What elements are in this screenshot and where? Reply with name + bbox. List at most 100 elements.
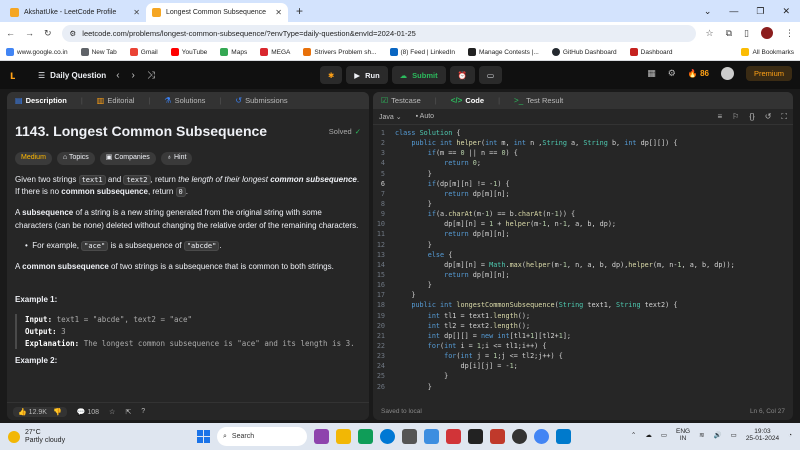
code-line[interactable]: 6 if(dp[m][n] != -1) { bbox=[373, 179, 793, 189]
github-desktop-icon[interactable] bbox=[512, 429, 527, 444]
code-line[interactable]: 2 public int helper(int m, int n ,String… bbox=[373, 138, 793, 148]
profile-avatar[interactable] bbox=[761, 27, 773, 39]
code-line[interactable]: 11 return dp[m][n]; bbox=[373, 229, 793, 239]
code-line[interactable]: 20 int tl2 = text2.length(); bbox=[373, 321, 793, 331]
bookmark-mega[interactable]: MEGA bbox=[260, 48, 290, 56]
forward-icon[interactable]: → bbox=[25, 28, 34, 38]
bookmark-google[interactable]: www.google.co.in bbox=[6, 48, 68, 56]
weather-widget[interactable]: 27°C Partly cloudy bbox=[8, 429, 65, 444]
sidebar-icon[interactable]: ▯ bbox=[744, 28, 749, 39]
code-line[interactable]: 25 } bbox=[373, 371, 793, 381]
wifi-icon[interactable]: ≋ bbox=[699, 432, 704, 439]
app-icon-7[interactable] bbox=[446, 429, 461, 444]
code-line[interactable]: 24 dp[i][j] = -1; bbox=[373, 361, 793, 371]
browser-tab-profile[interactable]: AkshatUke - LeetCode Profile ✕ bbox=[4, 3, 146, 22]
fullscreen-icon[interactable]: ⛶ bbox=[781, 112, 787, 122]
code-line[interactable]: 17 } bbox=[373, 290, 793, 300]
app-icon-5[interactable] bbox=[402, 429, 417, 444]
language-indicator[interactable]: ENG IN bbox=[676, 428, 690, 443]
code-line[interactable]: 4 return 0; bbox=[373, 158, 793, 168]
bookmark-star-icon[interactable]: ☆ bbox=[706, 28, 714, 39]
edge-icon[interactable] bbox=[380, 429, 395, 444]
battery-icon[interactable]: ▭ bbox=[731, 432, 737, 439]
maximize-icon[interactable]: ❐ bbox=[756, 6, 764, 17]
tab-solutions[interactable]: ⚗ Solutions bbox=[164, 96, 205, 105]
code-editor[interactable]: 1 class Solution {2 public int helper(int… bbox=[373, 125, 793, 392]
app-icon-8[interactable] bbox=[468, 429, 483, 444]
dislike-button[interactable]: 👎 bbox=[53, 408, 62, 416]
onedrive-icon[interactable]: ▭ bbox=[661, 432, 667, 439]
layout-grid-icon[interactable]: ▦ bbox=[647, 68, 656, 79]
url-field[interactable]: ⚙ leetcode.com/problems/longest-common-s… bbox=[61, 24, 696, 42]
reload-icon[interactable]: ↻ bbox=[44, 28, 52, 39]
user-avatar[interactable] bbox=[720, 67, 734, 80]
bookmark-maps[interactable]: Maps bbox=[220, 48, 247, 56]
auto-save-toggle[interactable]: ▪ Auto bbox=[416, 113, 434, 120]
code-line[interactable]: 15 return dp[m][n]; bbox=[373, 270, 793, 280]
code-line[interactable]: 1 class Solution { bbox=[373, 128, 793, 138]
debug-button[interactable]: ✱ bbox=[320, 66, 343, 84]
notification-icon[interactable]: ◔ bbox=[788, 432, 792, 439]
shuffle-icon[interactable]: ⤨ bbox=[147, 70, 155, 81]
like-button[interactable]: 👍 12.9K bbox=[18, 408, 47, 416]
app-icon-1[interactable] bbox=[314, 429, 329, 444]
share-icon[interactable]: ⇱ bbox=[125, 408, 131, 416]
bookmark-icon[interactable]: ⚐ bbox=[732, 112, 739, 122]
code-line[interactable]: 8 } bbox=[373, 199, 793, 209]
tab-submissions[interactable]: ↺ Submissions bbox=[235, 96, 287, 105]
code-line[interactable]: 9 if(a.charAt(m-1) == b.charAt(n-1)) { bbox=[373, 209, 793, 219]
app-icon-6[interactable] bbox=[424, 429, 439, 444]
app-icon-9[interactable] bbox=[490, 429, 505, 444]
chevron-up-icon[interactable]: ⌃ bbox=[631, 432, 636, 439]
settings-gear-icon[interactable]: ⚙ bbox=[668, 68, 676, 79]
help-icon[interactable]: ? bbox=[141, 408, 145, 415]
site-info-icon[interactable]: ⚙ bbox=[70, 29, 77, 38]
taskbar-search[interactable]: ⌕ Search bbox=[217, 427, 307, 446]
all-bookmarks[interactable]: All Bookmarks bbox=[741, 48, 794, 56]
tab-code[interactable]: </> Code bbox=[451, 96, 484, 105]
file-explorer-icon[interactable] bbox=[336, 429, 351, 444]
tab-editorial[interactable]: ▥ Editorial bbox=[97, 96, 135, 105]
next-problem-icon[interactable]: › bbox=[132, 70, 135, 81]
tab-testcase[interactable]: ☑ Testcase bbox=[381, 96, 421, 105]
submit-button[interactable]: ☁ Submit bbox=[391, 66, 446, 84]
tab-test-result[interactable]: >_ Test Result bbox=[514, 96, 563, 105]
code-line[interactable]: 23 for(int j = 1;j <= tl2;j++) { bbox=[373, 351, 793, 361]
cloud-icon[interactable]: ☁ bbox=[645, 432, 652, 439]
comments-button[interactable]: 💬 108 bbox=[77, 408, 99, 416]
braces-icon[interactable]: {} bbox=[749, 112, 754, 122]
prev-problem-icon[interactable]: ‹ bbox=[116, 70, 119, 81]
run-button[interactable]: ▶ Run bbox=[346, 66, 388, 84]
reset-icon[interactable]: ↺ bbox=[765, 112, 772, 122]
extensions-icon[interactable]: ⧉ bbox=[726, 28, 732, 39]
tab-description[interactable]: ▤ Description bbox=[15, 96, 67, 105]
code-line[interactable]: 26 } bbox=[373, 382, 793, 392]
bookmark-dashboard[interactable]: Dashboard bbox=[629, 48, 672, 56]
code-line[interactable]: 19 int tl1 = text1.length(); bbox=[373, 311, 793, 321]
bookmark-new-tab[interactable]: New Tab bbox=[80, 48, 117, 56]
code-line[interactable]: 21 int dp[][] = new int[tl1+1][tl2+1]; bbox=[373, 331, 793, 341]
volume-icon[interactable]: 🔊 bbox=[714, 432, 722, 439]
chevron-down-icon[interactable]: ⌄ bbox=[704, 6, 712, 17]
bookmark-github[interactable]: GitHub Dashboard bbox=[551, 48, 617, 56]
leetcode-logo-icon[interactable]: ʟ bbox=[10, 68, 24, 82]
topics-chip[interactable]: ⌂ Topics bbox=[56, 151, 95, 165]
streak-counter[interactable]: 🔥 86 bbox=[688, 69, 709, 78]
timer-button[interactable]: ⏰ bbox=[449, 66, 475, 84]
bookmark-youtube[interactable]: YouTube bbox=[170, 48, 207, 56]
back-icon[interactable]: ← bbox=[6, 28, 15, 38]
clock[interactable]: 19:03 25-01-2024 bbox=[746, 428, 779, 443]
new-tab-button[interactable]: + bbox=[288, 4, 311, 18]
companies-chip[interactable]: ▣ Companies bbox=[99, 151, 156, 165]
bookmark-contests[interactable]: Manage Contests |... bbox=[467, 48, 539, 56]
code-line[interactable]: 5 } bbox=[373, 169, 793, 179]
menu-kebab-icon[interactable]: ⋮ bbox=[785, 28, 794, 39]
notes-button[interactable]: ▭ bbox=[478, 66, 503, 84]
format-icon[interactable]: ≡ bbox=[718, 112, 723, 122]
bookmark-strivers[interactable]: Strivers Problem sh... bbox=[303, 48, 377, 56]
problem-title[interactable]: 1143. Longest Common Subsequence bbox=[15, 121, 267, 143]
language-select[interactable]: Java ⌄ bbox=[379, 113, 402, 121]
code-line[interactable]: 14 dp[m][n] = Math.max(helper(m-1, n, a,… bbox=[373, 260, 793, 270]
chrome-icon[interactable] bbox=[534, 429, 549, 444]
code-line[interactable]: 16 } bbox=[373, 280, 793, 290]
